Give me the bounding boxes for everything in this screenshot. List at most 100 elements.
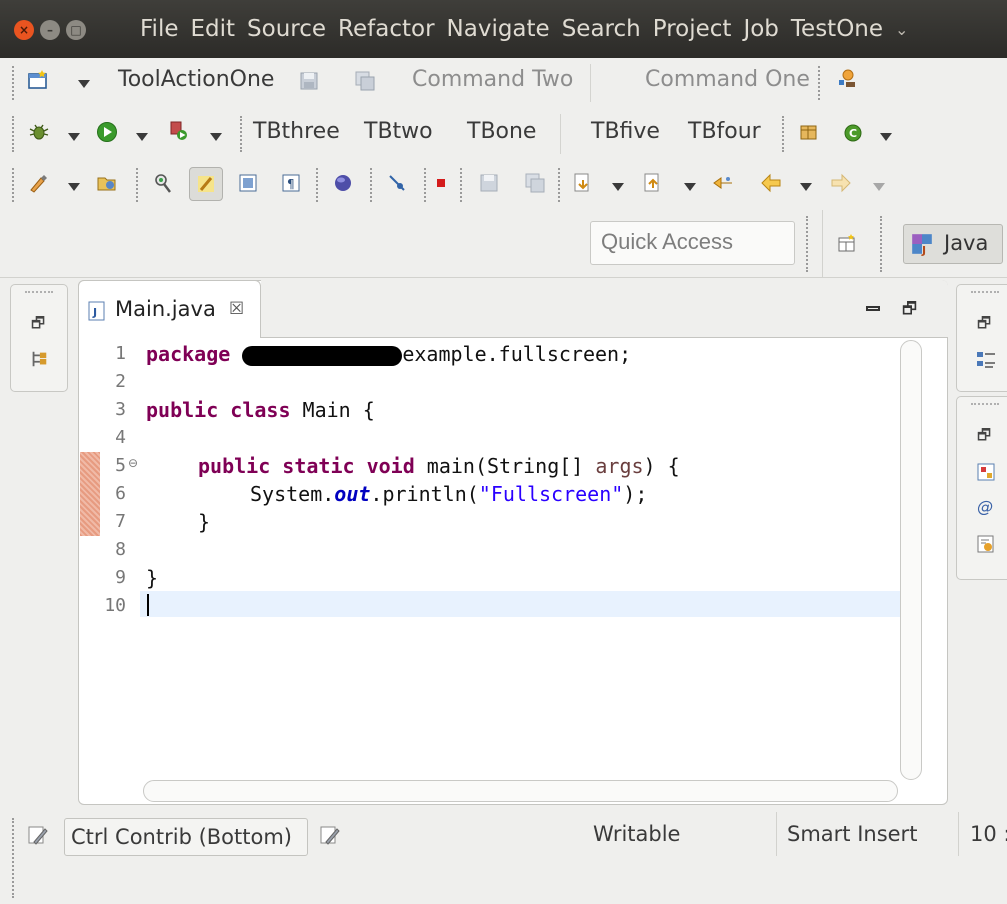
code-line-6[interactable]: System.out.println("Fullscreen");	[146, 482, 647, 506]
code-line-3[interactable]: public class Main {	[146, 398, 375, 422]
editor-tab-main-java[interactable]: J Main.java ☒	[78, 280, 261, 338]
minimize-icon[interactable]: –	[40, 20, 60, 40]
run-icon[interactable]	[96, 121, 118, 143]
menu-overflow-chevron-icon[interactable]: ⌄	[889, 20, 914, 39]
menu-source[interactable]: Source	[241, 16, 332, 42]
edit-pencil-icon[interactable]	[26, 824, 48, 846]
back-dropdown-arrow-icon[interactable]	[800, 183, 812, 191]
save-disabled-icon[interactable]	[478, 172, 500, 194]
code-text: main(String[]	[414, 454, 596, 478]
maximize-icon[interactable]: □	[66, 20, 86, 40]
toolbar-grip	[12, 66, 14, 100]
trim-grip	[971, 403, 999, 405]
back-arrow-icon[interactable]	[760, 172, 782, 194]
problems-view-icon[interactable]	[975, 461, 997, 483]
declaration-view-icon[interactable]	[975, 533, 997, 555]
open-type-dropdown-arrow-icon[interactable]	[68, 183, 80, 191]
new-window-icon[interactable]	[27, 69, 49, 91]
restore-icon[interactable]: 🗗	[977, 313, 991, 338]
close-tab-icon[interactable]: ☒	[229, 299, 244, 319]
hierarchy-view-icon[interactable]	[29, 349, 49, 369]
open-perspective-icon[interactable]	[836, 233, 858, 255]
ctrl-contrib-label: Ctrl Contrib (Bottom)	[71, 825, 292, 849]
ctrl-contrib-button[interactable]: Ctrl Contrib (Bottom)	[64, 818, 308, 856]
run-configuration-icon[interactable]	[836, 67, 858, 89]
status-grip	[12, 818, 14, 898]
quick-access-field[interactable]	[590, 221, 795, 265]
tbfive-button[interactable]: TBfive	[591, 119, 660, 144]
toolbar-separator	[806, 216, 808, 272]
toolbar-separator	[240, 116, 242, 152]
line-number: 8	[115, 539, 126, 560]
debug-dropdown-arrow-icon[interactable]	[68, 133, 80, 141]
svg-text:J: J	[921, 244, 926, 256]
open-folder-icon[interactable]	[96, 172, 118, 194]
save-all-disabled-icon[interactable]	[524, 172, 546, 194]
keyword: package	[146, 342, 231, 366]
tool-action-one-button[interactable]: ToolActionOne	[118, 67, 274, 92]
code-line-5[interactable]: public static void main(String[] args) {	[146, 454, 680, 478]
status-separator	[958, 812, 959, 856]
restore-icon[interactable]: 🗗	[977, 425, 991, 450]
tbone-button[interactable]: TBone	[467, 119, 536, 144]
block-selection-icon[interactable]	[237, 172, 259, 194]
maximize-editor-icon[interactable]: 🗗	[902, 298, 917, 325]
code-line-7[interactable]: }	[146, 510, 210, 534]
menu-project[interactable]: Project	[647, 16, 738, 42]
menu-edit[interactable]: Edit	[185, 16, 242, 42]
save-icon[interactable]	[298, 70, 320, 92]
toolbar-grip	[12, 168, 14, 202]
previous-annotation-dropdown-arrow-icon[interactable]	[684, 183, 696, 191]
code-line-1[interactable]: package example.fullscreen;	[146, 342, 631, 366]
previous-annotation-icon[interactable]	[642, 172, 664, 194]
java-perspective-button[interactable]: J Java	[903, 224, 1003, 264]
search-pin-icon[interactable]	[152, 172, 174, 194]
terminate-stop-icon[interactable]	[437, 179, 445, 187]
line-number: 7	[115, 511, 126, 532]
menu-testone[interactable]: TestOne	[785, 16, 889, 42]
quick-access-input[interactable]	[591, 222, 781, 262]
last-edit-location-icon[interactable]	[712, 172, 734, 194]
command-one-button[interactable]: Command One	[645, 67, 810, 92]
external-tools-icon[interactable]	[168, 120, 190, 142]
command-two-button[interactable]: Command Two	[412, 67, 573, 92]
code-line-9[interactable]: }	[146, 566, 158, 590]
fold-collapse-icon[interactable]: ⊖	[128, 456, 138, 470]
tbtwo-button[interactable]: TBtwo	[364, 119, 433, 144]
minimize-editor-icon[interactable]	[866, 306, 880, 311]
java-perspective-sphere-icon[interactable]	[332, 172, 354, 194]
vertical-scrollbar[interactable]	[900, 340, 922, 780]
new-java-class-icon[interactable]: C	[843, 121, 865, 143]
debug-bug-icon[interactable]	[28, 121, 50, 143]
save-all-icon[interactable]	[354, 70, 376, 92]
new-java-package-icon[interactable]	[798, 121, 820, 143]
run-dropdown-arrow-icon[interactable]	[136, 133, 148, 141]
mark-occurrences-toggle[interactable]	[189, 167, 223, 201]
menu-search[interactable]: Search	[556, 16, 647, 42]
toolbar-separator	[782, 116, 784, 152]
tbfour-button[interactable]: TBfour	[688, 119, 761, 144]
javadoc-view-icon[interactable]: @	[977, 497, 993, 516]
open-type-brush-icon[interactable]	[27, 172, 49, 194]
close-icon[interactable]: ×	[14, 20, 34, 40]
next-annotation-dropdown-arrow-icon[interactable]	[612, 183, 624, 191]
edit-pencil-icon[interactable]	[318, 824, 340, 846]
restore-icon[interactable]: 🗗	[31, 313, 45, 338]
menu-navigate[interactable]: Navigate	[441, 16, 556, 42]
external-tools-dropdown-arrow-icon[interactable]	[210, 133, 222, 141]
forward-arrow-icon[interactable]	[830, 172, 852, 194]
menu-file[interactable]: File	[134, 16, 185, 42]
line-number: 9	[115, 567, 126, 588]
tbthree-button[interactable]: TBthree	[253, 119, 340, 144]
new-dropdown-arrow-icon[interactable]	[78, 80, 90, 88]
menu-refactor[interactable]: Refactor	[332, 16, 440, 42]
menu-job[interactable]: Job	[737, 16, 784, 42]
skip-breakpoints-icon[interactable]	[386, 172, 408, 194]
show-whitespace-icon[interactable]: ¶	[280, 172, 302, 194]
new-class-dropdown-arrow-icon[interactable]	[880, 133, 892, 141]
line-number: 5	[115, 455, 126, 476]
outline-view-icon[interactable]	[975, 349, 997, 371]
next-annotation-icon[interactable]	[572, 172, 594, 194]
forward-dropdown-arrow-icon[interactable]	[873, 183, 885, 191]
horizontal-scrollbar[interactable]	[143, 780, 898, 802]
